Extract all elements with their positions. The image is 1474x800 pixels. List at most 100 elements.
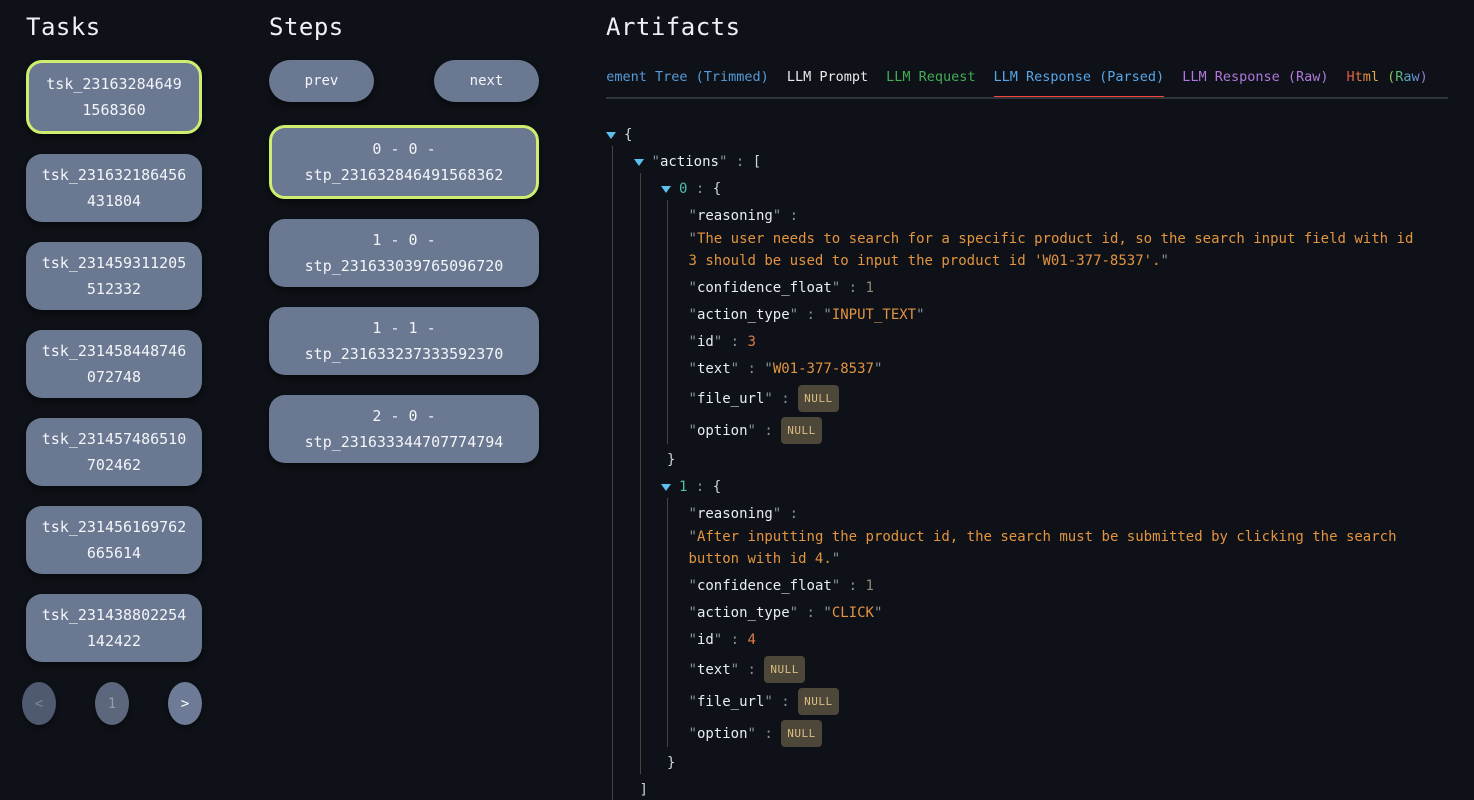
step-nav: prev next xyxy=(269,60,539,102)
json-token-q: " xyxy=(764,391,772,407)
artifact-tab[interactable]: Html (Raw) xyxy=(1347,69,1428,97)
collapse-toggle-icon[interactable] xyxy=(634,159,644,166)
json-token-brace: } xyxy=(667,755,675,771)
json-line: "reasoning" : xyxy=(606,498,1421,525)
json-token-q: " xyxy=(689,231,697,247)
json-token-key: option xyxy=(697,726,748,742)
json-token-q: " xyxy=(689,506,697,522)
indent-guide xyxy=(612,525,613,570)
indent-guide xyxy=(640,299,641,326)
json-token-q: " xyxy=(832,280,840,296)
json-line: "reasoning" : xyxy=(606,200,1421,227)
json-line: ] xyxy=(606,774,1421,800)
step-button[interactable]: 0 - 0 - stp_231632846491568362 xyxy=(269,125,539,199)
indent-guide xyxy=(612,299,613,326)
json-token-key: text xyxy=(697,662,731,678)
steps-title: Steps xyxy=(269,0,539,42)
task-button[interactable]: tsk_231456169762665614 xyxy=(26,506,202,574)
step-button[interactable]: 1 - 1 - stp_231633237333592370 xyxy=(269,307,539,375)
json-token-q: " xyxy=(1161,253,1169,269)
json-token-q: " xyxy=(689,361,697,377)
steps-next-button[interactable]: next xyxy=(434,60,539,102)
task-button[interactable]: tsk_231438802254142422 xyxy=(26,594,202,662)
indent-guide xyxy=(640,597,641,624)
json-token-key: confidence_float xyxy=(697,280,832,296)
indent-guide xyxy=(612,570,613,597)
artifact-tab[interactable]: LLM Request xyxy=(886,69,975,97)
indent-guide xyxy=(640,444,641,471)
indent-guide xyxy=(612,200,613,227)
indent-guide xyxy=(667,683,668,715)
json-line: "text" : "W01-377-8537" xyxy=(606,353,1421,380)
indent-guide xyxy=(667,380,668,412)
json-token-q: " xyxy=(790,307,798,323)
indent-guide xyxy=(612,715,613,747)
artifact-tab[interactable]: LLM Response (Raw) xyxy=(1182,69,1328,97)
json-token-q: " xyxy=(823,307,831,323)
indent-guide xyxy=(612,412,613,444)
json-token-q: " xyxy=(689,391,697,407)
json-token-brace: { xyxy=(624,127,632,143)
indent-guide xyxy=(667,200,668,227)
task-button[interactable]: tsk_231632186456431804 xyxy=(26,154,202,222)
indent-guide xyxy=(667,715,668,747)
json-token-key: id xyxy=(697,632,714,648)
json-token-key: reasoning xyxy=(697,208,773,224)
json-line: "option" : NULL xyxy=(606,412,1421,444)
indent-guide xyxy=(612,597,613,624)
json-token-int: 3 xyxy=(748,334,756,350)
indent-guide xyxy=(640,498,641,525)
task-button[interactable]: tsk_231459311205512332 xyxy=(26,242,202,310)
task-button[interactable]: tsk_231458448746072748 xyxy=(26,330,202,398)
indent-guide xyxy=(640,353,641,380)
json-line: "actions" : [ xyxy=(606,146,1421,173)
indent-guide xyxy=(612,444,613,471)
indent-guide xyxy=(667,272,668,299)
pagination-prev-button[interactable]: < xyxy=(22,682,56,725)
json-token-q: " xyxy=(689,307,697,323)
indent-guide xyxy=(612,774,613,800)
json-token-colon: : xyxy=(739,361,764,377)
json-line: "file_url" : NULL xyxy=(606,683,1421,715)
steps-prev-button[interactable]: prev xyxy=(269,60,374,102)
json-line: "action_type" : "CLICK" xyxy=(606,597,1421,624)
indent-guide xyxy=(667,412,668,444)
pagination-page-1-button[interactable]: 1 xyxy=(95,682,129,725)
json-line: } xyxy=(606,444,1421,471)
pagination-next-button[interactable]: > xyxy=(168,682,202,725)
json-token-q: " xyxy=(689,726,697,742)
json-token-brace: } xyxy=(667,452,675,468)
indent-guide xyxy=(640,272,641,299)
json-token-q: " xyxy=(823,605,831,621)
collapse-toggle-icon[interactable] xyxy=(606,132,616,139)
task-button[interactable]: tsk_231632846491568360 xyxy=(26,60,202,134)
artifact-tab[interactable]: LLM Prompt xyxy=(787,69,868,97)
json-token-q: " xyxy=(689,280,697,296)
json-token-colon: : xyxy=(840,578,865,594)
collapse-toggle-icon[interactable] xyxy=(661,484,671,491)
null-value-badge: NULL xyxy=(764,656,805,683)
json-token-float: 1 xyxy=(866,280,874,296)
step-list: 0 - 0 - stp_231632846491568362 1 - 0 - st… xyxy=(269,125,539,463)
collapse-toggle-icon[interactable] xyxy=(661,186,671,193)
json-token-colon: : xyxy=(773,391,798,407)
json-line: "confidence_float" : 1 xyxy=(606,272,1421,299)
json-line: "The user needs to search for a specific… xyxy=(606,227,1421,272)
json-tree-viewer: {"actions" : [0 : {"reasoning" : "The us… xyxy=(606,119,1421,800)
artifact-tab[interactable]: LLM Response (Parsed) xyxy=(994,69,1165,97)
task-button[interactable]: tsk_231457486510702462 xyxy=(26,418,202,486)
json-token-q: " xyxy=(832,551,840,567)
step-button[interactable]: 2 - 0 - stp_231633344707774794 xyxy=(269,395,539,463)
indent-guide xyxy=(640,747,641,774)
indent-guide xyxy=(612,380,613,412)
json-line: } xyxy=(606,747,1421,774)
json-token-q: " xyxy=(874,605,882,621)
step-button[interactable]: 1 - 0 - stp_231633039765096720 xyxy=(269,219,539,287)
json-token-q: " xyxy=(764,361,772,377)
indent-guide xyxy=(640,380,641,412)
artifact-tab[interactable]: Element Tree (Trimmed) xyxy=(606,69,769,97)
json-token-str: CLICK xyxy=(832,605,874,621)
json-token-key: reasoning xyxy=(697,506,773,522)
indent-guide xyxy=(667,624,668,651)
json-token-q: " xyxy=(874,361,882,377)
